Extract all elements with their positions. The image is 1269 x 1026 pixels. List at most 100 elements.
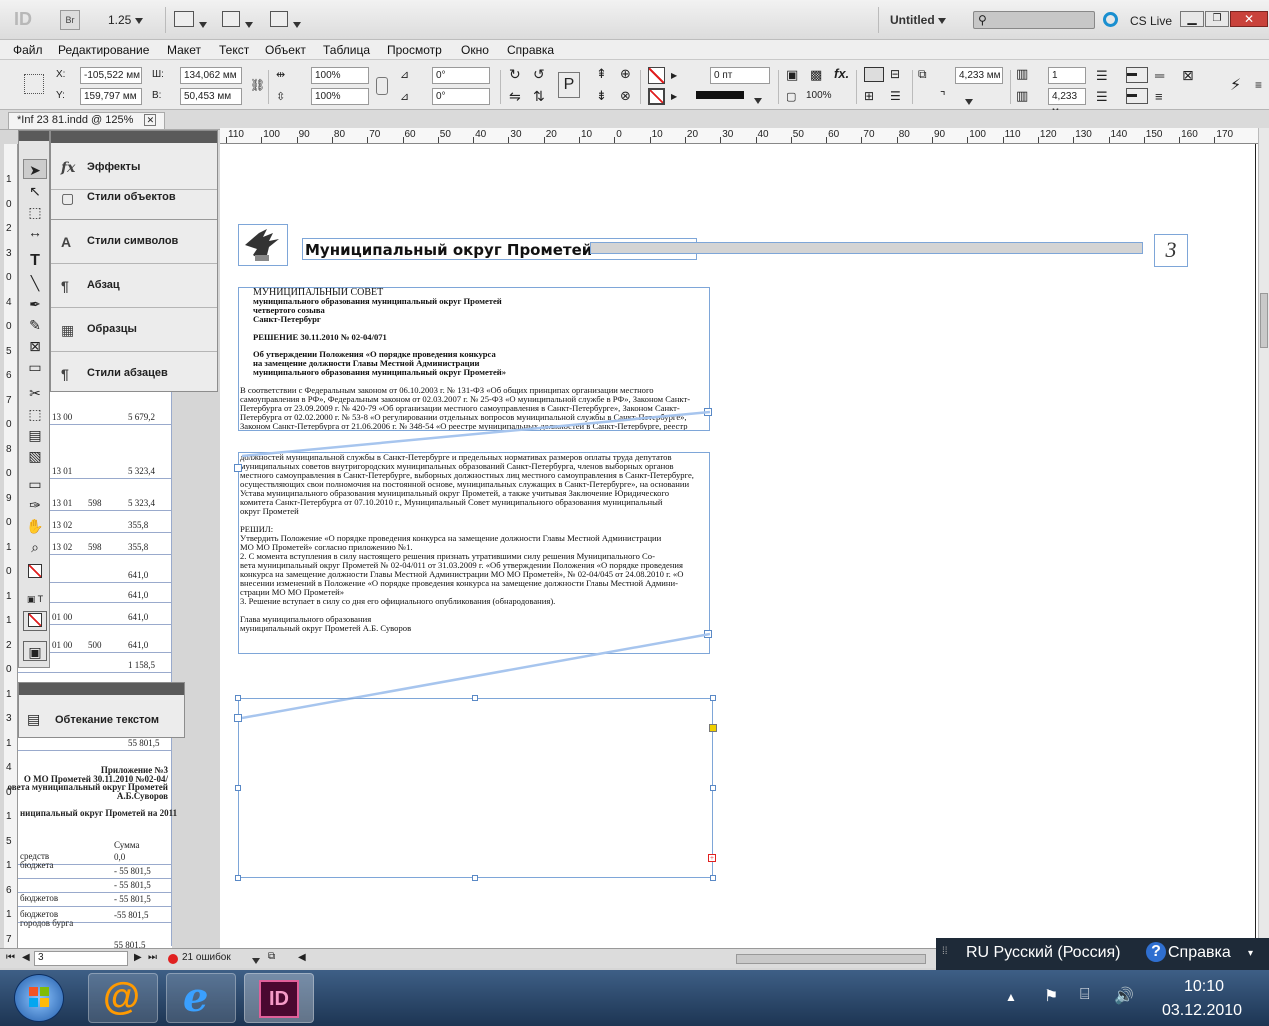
taskbar-indesign[interactable]: ID bbox=[244, 973, 314, 1023]
y-field[interactable]: 159,797 мм bbox=[80, 88, 142, 105]
start-button[interactable] bbox=[14, 974, 64, 1022]
resize-handle[interactable] bbox=[472, 695, 478, 701]
toggle-panel-icon[interactable]: ⊠ bbox=[1182, 67, 1194, 84]
scroll-left-icon[interactable]: ◀ bbox=[298, 952, 306, 963]
select-content-icon[interactable]: ⊕ bbox=[620, 66, 631, 82]
resize-handle[interactable] bbox=[235, 695, 241, 701]
text-wrap-panel-header[interactable] bbox=[19, 683, 184, 695]
network-icon[interactable]: ⌸ bbox=[1080, 986, 1090, 1004]
overset-icon[interactable]: + bbox=[708, 854, 716, 862]
panel-dock-header[interactable] bbox=[51, 131, 217, 143]
resize-handle[interactable] bbox=[710, 785, 716, 791]
resize-handle[interactable] bbox=[472, 875, 478, 881]
columns-field[interactable]: 1 bbox=[1048, 67, 1086, 84]
scale-x-field[interactable]: 100% bbox=[311, 67, 369, 84]
select-container-icon[interactable]: ⇞ bbox=[596, 66, 607, 82]
rotation-field[interactable]: 0° bbox=[432, 67, 490, 84]
menu-table[interactable]: Таблица bbox=[323, 43, 370, 57]
close-button[interactable]: ✕ bbox=[1230, 11, 1268, 27]
action-center-flag-icon[interactable]: ⚑ bbox=[1044, 986, 1058, 1006]
panel-paragraph-styles[interactable]: ¶ Стили абзацев bbox=[51, 352, 217, 396]
taskbar-internet-explorer[interactable]: e bbox=[166, 973, 236, 1023]
search-input[interactable]: ⚲ bbox=[973, 11, 1095, 29]
free-transform-tool-icon[interactable]: ⬚ bbox=[23, 404, 47, 424]
open-document-icon[interactable]: ⧉ bbox=[268, 951, 275, 962]
shear-field[interactable]: 0° bbox=[432, 88, 490, 105]
select-previous-icon[interactable]: ⇟ bbox=[596, 88, 607, 104]
constrain-icon[interactable]: ⛓ bbox=[250, 78, 265, 92]
stroke-swatch[interactable] bbox=[648, 88, 665, 105]
reference-point-icon[interactable] bbox=[24, 74, 44, 94]
gradient-tool-icon[interactable]: ▤ bbox=[23, 425, 47, 445]
link-scale-icon[interactable] bbox=[376, 77, 388, 95]
drop-shadow-icon[interactable]: ▣ bbox=[786, 67, 798, 83]
pen-tool-icon[interactable]: ✒ bbox=[23, 294, 47, 314]
gradient-feather-tool-icon[interactable]: ▧ bbox=[23, 446, 47, 466]
first-page-icon[interactable]: ⏮ bbox=[6, 952, 15, 963]
quick-apply-icon[interactable]: ⚡ bbox=[1230, 75, 1241, 95]
live-corner-icon[interactable] bbox=[709, 724, 717, 732]
panel-character-styles[interactable]: A Стили символов bbox=[51, 220, 217, 264]
scissors-tool-icon[interactable]: ✂ bbox=[23, 383, 47, 403]
menu-object[interactable]: Объект bbox=[265, 43, 306, 57]
panel-paragraph[interactable]: ¶ Абзац bbox=[51, 264, 217, 308]
workspace-switcher[interactable]: Untitled bbox=[890, 13, 947, 27]
eyedropper-tool-icon[interactable]: ✑ bbox=[23, 495, 47, 515]
effects-icon[interactable]: ▩ bbox=[810, 67, 822, 83]
vertical-scrollbar[interactable] bbox=[1258, 128, 1269, 948]
opacity-field[interactable]: 100% bbox=[806, 90, 832, 101]
restore-button[interactable]: ❐ bbox=[1205, 11, 1229, 27]
rotate-cw-icon[interactable]: ↻ bbox=[509, 66, 521, 83]
close-tab-icon[interactable]: ✕ bbox=[144, 114, 157, 126]
toolbox-header[interactable] bbox=[19, 131, 49, 141]
text-frame-icon[interactable]: ▬ bbox=[1126, 67, 1148, 83]
paragraph-icon[interactable]: P bbox=[558, 72, 580, 98]
in-port-icon[interactable] bbox=[234, 714, 242, 722]
vertical-ruler[interactable]: 10230405670809010112013140151617 bbox=[4, 144, 18, 948]
align-center-icon[interactable]: ☰ bbox=[1096, 89, 1108, 105]
horizontal-ruler[interactable]: 110 100 90 80 70 60 50 40 30 20 10 0 10 20 30 40 50 60 70 8… bbox=[220, 128, 1258, 144]
next-page-icon[interactable]: ▶ bbox=[134, 952, 142, 963]
x-field[interactable]: -105,522 мм bbox=[80, 67, 142, 84]
bridge-button[interactable]: Br bbox=[60, 10, 80, 30]
apply-none-icon[interactable] bbox=[23, 611, 47, 631]
text-wrap-icon[interactable]: ▬ bbox=[1126, 88, 1148, 104]
scroll-thumb[interactable] bbox=[1260, 293, 1268, 348]
screen-mode-icon[interactable]: ▣ bbox=[23, 641, 47, 661]
flip-v-icon[interactable]: ⇅ bbox=[533, 88, 545, 105]
pencil-tool-icon[interactable]: ✎ bbox=[23, 315, 47, 335]
fit-frame-icon[interactable]: ⊟ bbox=[890, 67, 900, 81]
text-wrap-label[interactable]: Обтекание текстом bbox=[55, 714, 159, 726]
fill-swatch[interactable] bbox=[648, 67, 665, 84]
height-field[interactable]: 50,453 мм bbox=[180, 88, 242, 105]
stroke-type-preview[interactable] bbox=[696, 91, 744, 99]
menu-window[interactable]: Окно bbox=[461, 43, 489, 57]
flip-h-icon[interactable]: ⇋ bbox=[509, 88, 521, 105]
fitting-width-field[interactable]: 4,233 мм bbox=[955, 67, 1003, 84]
note-tool-icon[interactable]: ▭ bbox=[23, 474, 47, 494]
baseline-icon[interactable]: ═ bbox=[1155, 68, 1164, 83]
document-page[interactable]: Муниципальный округ Прометей 3 МУНИЦИПАЛ… bbox=[220, 144, 1258, 948]
menu-help[interactable]: Справка bbox=[507, 43, 554, 57]
panel-object-styles[interactable]: ▢ Стили объектов bbox=[51, 176, 217, 220]
align-top-icon[interactable]: ☰ bbox=[1096, 68, 1108, 84]
cs-live-button[interactable]: CS Live bbox=[1130, 14, 1172, 28]
resize-handle[interactable] bbox=[235, 785, 241, 791]
volume-icon[interactable]: 🔊 bbox=[1114, 986, 1134, 1006]
document-tab[interactable]: *Inf 23 81.indd @ 125% ✕ bbox=[8, 112, 166, 129]
clock-date[interactable]: 03.12.2010 bbox=[1162, 1002, 1242, 1020]
prev-page-icon[interactable]: ◀ bbox=[22, 952, 30, 963]
fill-proportion-icon[interactable]: ☰ bbox=[890, 89, 901, 103]
type-tool-icon[interactable]: T bbox=[23, 251, 47, 271]
zoom-level[interactable]: 1.25 bbox=[108, 13, 143, 27]
line-tool-icon[interactable]: ╲ bbox=[23, 273, 47, 293]
zoom-tool-icon[interactable]: ⌕ bbox=[23, 537, 47, 557]
panel-menu-icon[interactable]: ≡ bbox=[1255, 78, 1262, 92]
scale-y-field[interactable]: 100% bbox=[311, 88, 369, 105]
selected-empty-frame[interactable] bbox=[238, 698, 713, 878]
direct-selection-tool-icon[interactable]: ↖ bbox=[23, 181, 47, 201]
hand-tool-icon[interactable]: ✋ bbox=[23, 516, 47, 536]
menu-layout[interactable]: Макет bbox=[167, 43, 201, 57]
arrange-documents-button[interactable] bbox=[270, 11, 288, 27]
language-indicator[interactable]: RU Русский (Россия) bbox=[966, 944, 1121, 962]
